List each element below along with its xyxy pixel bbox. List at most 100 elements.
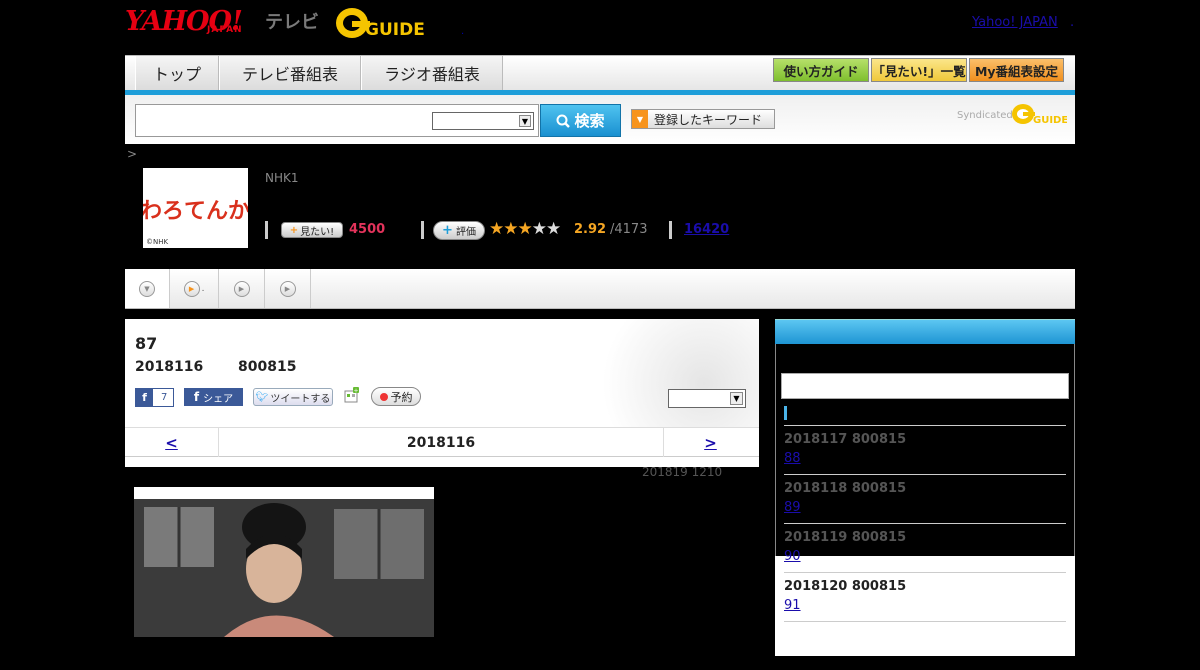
list-item [784,621,1066,670]
sidebar-header [775,319,1075,344]
play-icon: ▶ [233,280,250,297]
reserve-label: 予約 [390,390,413,404]
list-item-episode-link[interactable]: 88 [784,451,846,466]
episode-date: 2018116 [135,359,204,375]
divider [421,221,424,239]
gguide-small-logo: GUIDE [1012,104,1067,126]
site-header: YAHOO! JAPAN テレビ GUIDE . Yahoo! JAPAN . [125,0,1075,55]
usage-guide-button[interactable]: 使い方ガイド [773,58,869,82]
subtab-4[interactable]: ▶ [265,269,311,308]
facebook-icon: f [193,390,200,404]
program-subtabs: ▼ ▶. ▶ ▶ [125,269,1075,309]
saved-keywords-button[interactable]: ▼ 登録したキーワード [631,109,775,129]
program-logo-text: わろてんか [143,199,248,224]
episode-panel: 87 2018116 800815 f 7 f シェア 🐦︎ ツイートする + … [125,319,759,467]
image-caption: ©NHK [146,238,169,246]
mitai-list-button[interactable]: 「見たい!」一覧 [871,58,967,82]
prev-episode-link[interactable]: < [125,428,219,457]
current-episode-date: 2018116 [406,434,476,451]
episode-photo [134,487,434,637]
episode-navigation: < 2018116 > [125,427,759,457]
list-item-date: 2018118 800815 [784,481,907,496]
subtab-2[interactable]: ▶. [170,269,219,308]
svg-text:+: + [353,388,358,395]
record-icon [379,392,388,401]
subtab-dot: . [201,283,205,294]
play-icon: ▶ [279,280,296,297]
list-item: 2018119 800815 90 [784,523,1066,572]
channel-name: NHK1 [265,171,299,185]
tab-top[interactable]: トップ [135,56,219,90]
facebook-like-count: 7 [161,392,168,403]
header-dot: . [461,26,465,37]
subtab-active[interactable]: ▼ [125,269,170,308]
syndicated-label: Syndicated [957,110,1013,121]
mitai-button[interactable]: + 見たい! [281,222,343,238]
gguide-logo[interactable]: GUIDE [335,5,427,40]
program-thumbnail[interactable]: わろてんか ©NHK [140,168,250,248]
search-button-label: 検索 [574,112,605,130]
main-nav: トップ テレビ番組表 ラジオ番組表 使い方ガイド 「見たい!」一覧 My番組表設… [125,55,1075,90]
star-half-icon: ★ [517,219,533,239]
panel-shade [575,319,759,427]
episode-title: 87 [135,334,158,353]
divider [265,221,268,239]
list-item-episode-link[interactable]: 91 [784,598,846,613]
divider [669,221,672,239]
section-marker [784,406,787,420]
facebook-share-button[interactable]: f シェア [184,388,243,406]
dropdown-triangle-icon: ▼ [632,110,648,128]
star-icon: ★ [503,219,518,239]
search-button[interactable]: 検索 [540,104,621,137]
rating-value: 2.92 [574,222,607,237]
list-item-date: 2018117 800815 [784,432,907,447]
updated-timestamp: 201819 1210 [642,465,723,479]
list-item-episode-link[interactable]: 90 [784,549,846,564]
tab-radio-schedule[interactable]: ラジオ番組表 [361,56,503,90]
list-item: 2018120 800815 91 [784,572,1066,621]
chevron-down-icon: ▼ [139,280,155,297]
star-rating: ★★★★★ [489,219,561,239]
sidebar-input[interactable] [781,373,1069,399]
tweet-button[interactable]: 🐦︎ ツイートする [253,388,333,406]
star-icon: ★ [546,219,561,239]
facebook-like-button[interactable]: f 7 [135,388,174,407]
review-count-link[interactable]: 16420 [684,222,729,237]
list-item-date: 2018119 800815 [784,530,907,545]
list-item-date: 2018120 800815 [784,579,907,594]
episode-time: 800815 [238,359,297,375]
twitter-bird-icon: 🐦︎ [255,391,269,403]
program-title-logo: わろてんか [140,199,250,224]
add-to-calendar-icon[interactable]: + [344,387,360,403]
yahoo-japan-link[interactable]: Yahoo! JAPAN [972,15,1058,30]
episode-action-select[interactable]: ▼ [668,389,746,408]
facebook-icon: f [136,389,153,406]
mitai-button-label: 見たい! [300,226,335,238]
japan-logo-text: JAPAN [207,25,243,35]
my-schedule-button[interactable]: My番組表設定 [969,58,1064,82]
search-icon [556,114,571,128]
rate-button-label: 評価 [455,227,476,238]
subtab-3[interactable]: ▶ [219,269,265,308]
facebook-share-label: シェア [203,393,234,405]
list-item-episode-link[interactable]: 89 [784,500,846,515]
list-item: 2018117 800815 88 [784,425,1066,474]
next-episode-link[interactable]: > [663,428,757,457]
tv-logo-text[interactable]: テレビ [265,8,319,34]
plus-icon: + [289,224,299,236]
episode-still-image [134,499,434,637]
breadcrumb: > [127,147,138,161]
rating-count: /4173 [610,222,648,237]
saved-keywords-label: 登録したキーワード [654,112,763,127]
play-icon: ▶ [183,280,200,297]
svg-text:GUIDE: GUIDE [365,20,425,40]
reserve-button[interactable]: 予約 [371,387,421,406]
list-item: 2018118 800815 89 [784,474,1066,523]
search-bar: ▼ 検索 ▼ 登録したキーワード Syndicated GUIDE [125,95,1075,144]
tab-tv-schedule[interactable]: テレビ番組表 [219,56,361,90]
rate-button[interactable]: + 評価 [433,221,485,240]
sidebar: 2018117 800815 88 2018118 800815 89 2018… [775,319,1075,656]
mitai-count: 4500 [349,222,386,237]
header-tail-dot: . [1070,15,1075,30]
search-genre-select[interactable]: ▼ [432,112,534,130]
